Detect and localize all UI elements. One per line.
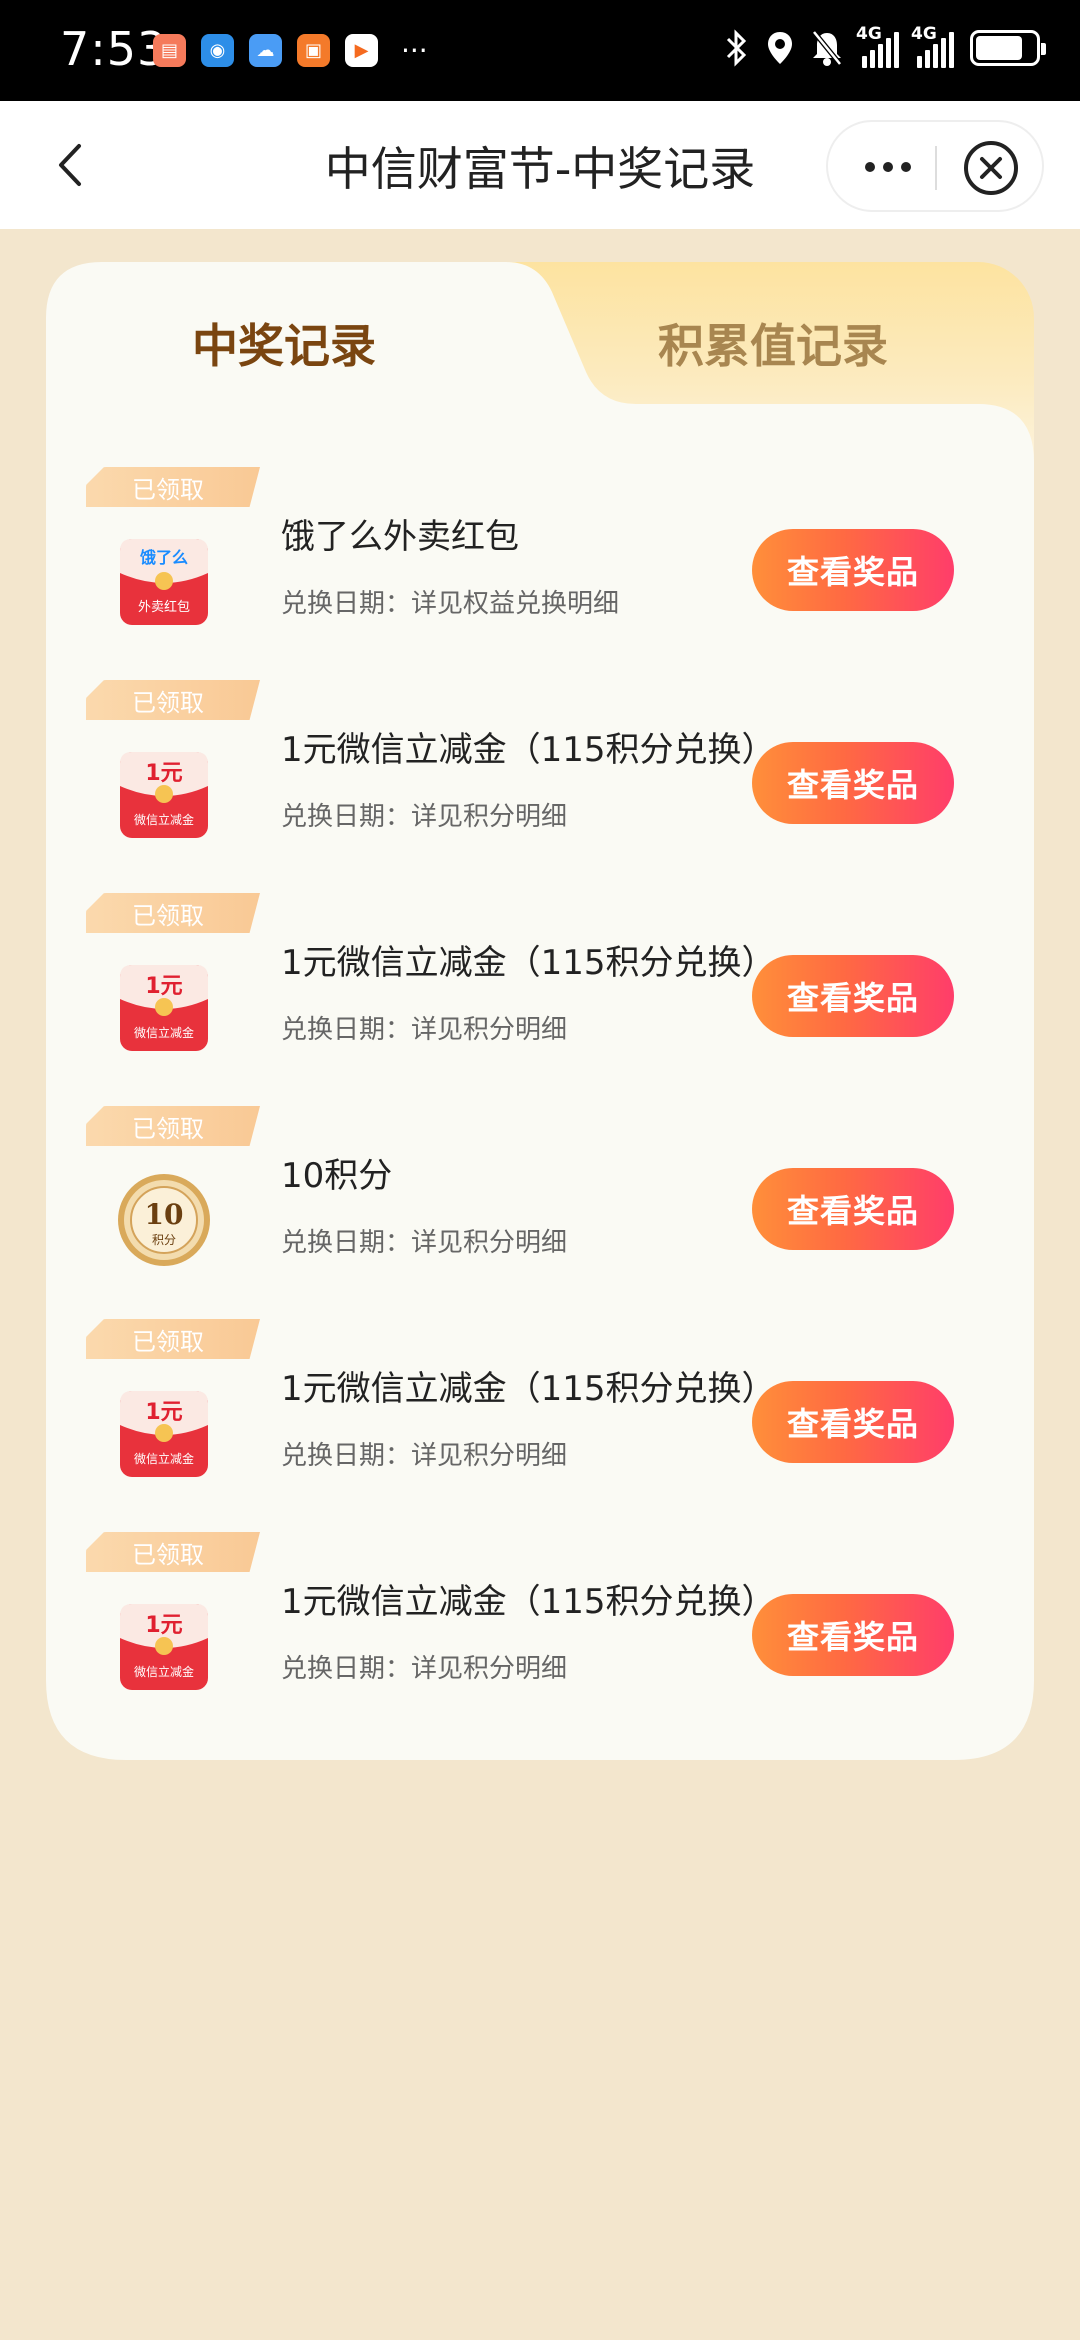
more-dot-icon (883, 162, 893, 172)
wechat-discount-packet-icon: 1元 微信立减金 (120, 752, 208, 838)
more-dot-icon (865, 162, 875, 172)
status-badge: 已领取 (86, 467, 260, 507)
view-prize-button[interactable]: 查看奖品 (752, 1168, 954, 1250)
record-subtitle: 兑换日期：详见积分明细 (281, 1654, 568, 1684)
icon-top-label: 饿了么 (139, 548, 188, 567)
eleme-red-packet-icon: 饿了么 外卖红包 (120, 539, 208, 625)
location-icon (768, 32, 792, 64)
list-item: 已领取 饿了么 外卖红包 饿了么外卖红包 兑换日期：详见权益兑换明细 查看奖品 (46, 467, 1034, 680)
list-item: 已领取 1元 微信立减金 1元微信立减金（115积分兑换） 兑换日期：详见积分明… (46, 680, 1034, 893)
icon-top-label: 1元 (145, 1400, 182, 1425)
icon-top-label: 10 (145, 1198, 184, 1231)
icon-bottom-label: 微信立减金 (134, 1451, 194, 1466)
list-item: 已领取 1元 微信立减金 1元微信立减金（115积分兑换） 兑换日期：详见积分明… (46, 1532, 1034, 1745)
battery-icon (970, 30, 1046, 66)
icon-top-label: 1元 (145, 761, 182, 786)
cloud-app-icon: ☁ (249, 34, 282, 67)
status-badge: 已领取 (86, 1106, 260, 1146)
records-list: 已领取 饿了么 外卖红包 饿了么外卖红包 兑换日期：详见权益兑换明细 查看奖品 … (46, 467, 1034, 1745)
view-prize-button[interactable]: 查看奖品 (752, 955, 954, 1037)
system-icons: 4G 4G (724, 24, 1046, 68)
wechat-discount-packet-icon: 1元 微信立减金 (120, 1391, 208, 1477)
record-title: 饿了么外卖红包 (281, 517, 519, 557)
mute-bell-icon (812, 30, 842, 66)
miniprogram-capsule (826, 120, 1044, 212)
browser-app-icon: ◉ (201, 34, 234, 67)
status-badge: 已领取 (86, 1319, 260, 1359)
record-title: 10积分 (281, 1156, 393, 1196)
status-badge: 已领取 (86, 893, 260, 933)
wechat-discount-packet-icon: 1元 微信立减金 (120, 965, 208, 1051)
icon-bottom-label: 微信立减金 (134, 1664, 194, 1679)
bluetooth-icon (726, 29, 747, 67)
tab-accumulation-records[interactable]: 积累值记录 (658, 310, 888, 376)
list-item: 已领取 1元 微信立减金 1元微信立减金（115积分兑换） 兑换日期：详见积分明… (46, 893, 1034, 1106)
record-subtitle: 兑换日期：详见积分明细 (281, 1015, 568, 1045)
view-prize-button[interactable]: 查看奖品 (752, 1381, 954, 1463)
wechat-discount-packet-icon: 1元 微信立减金 (120, 1604, 208, 1690)
icon-bottom-label: 微信立减金 (134, 1025, 194, 1040)
points-coin-icon: 10 积分 (118, 1174, 210, 1266)
close-button[interactable] (962, 139, 1020, 197)
book-app-icon: ▤ (153, 34, 186, 67)
record-subtitle: 兑换日期：详见积分明细 (281, 1228, 568, 1258)
icon-bottom-label: 外卖红包 (138, 599, 190, 615)
icon-bottom-label: 微信立减金 (134, 812, 194, 827)
icon-bottom-label: 积分 (152, 1233, 176, 1247)
shopping-app-icon: ▣ (297, 34, 330, 67)
more-button[interactable] (848, 144, 928, 190)
notification-icons: ▤ ◉ ☁ ▣ ▶ ··· (153, 34, 428, 67)
more-notifications-icon: ··· (401, 34, 428, 67)
signal-icon: 4G (856, 24, 899, 68)
view-prize-button[interactable]: 查看奖品 (752, 529, 954, 611)
status-time: 7:53 (60, 22, 168, 76)
status-bar: 7:53 ▤ ◉ ☁ ▣ ▶ ··· 4G 4G (0, 0, 1080, 101)
capsule-divider (935, 146, 937, 190)
view-prize-button[interactable]: 查看奖品 (752, 742, 954, 824)
more-dot-icon (901, 162, 911, 172)
record-title: 1元微信立减金（115积分兑换） (281, 730, 776, 770)
status-badge: 已领取 (86, 680, 260, 720)
nav-header: 中信财富节-中奖记录 (0, 101, 1080, 229)
signal-icon-2: 4G (911, 24, 954, 68)
list-item: 已领取 1元 微信立减金 1元微信立减金（115积分兑换） 兑换日期：详见积分明… (46, 1319, 1034, 1532)
icon-top-label: 1元 (145, 974, 182, 999)
record-subtitle: 兑换日期：详见积分明细 (281, 1441, 568, 1471)
list-item: 已领取 10 积分 10积分 兑换日期：详见积分明细 查看奖品 (46, 1106, 1034, 1319)
video-app-icon: ▶ (345, 34, 378, 67)
record-title: 1元微信立减金（115积分兑换） (281, 1582, 776, 1622)
record-title: 1元微信立减金（115积分兑换） (281, 943, 776, 983)
icon-top-label: 1元 (145, 1613, 182, 1638)
record-subtitle: 兑换日期：详见积分明细 (281, 802, 568, 832)
records-card: 中奖记录 积累值记录 已领取 饿了么 外卖红包 饿了么外卖红包 兑换日期：详见权… (46, 262, 1034, 1760)
record-subtitle: 兑换日期：详见权益兑换明细 (281, 589, 620, 619)
status-badge: 已领取 (86, 1532, 260, 1572)
tab-winning-records[interactable]: 中奖记录 (192, 310, 376, 376)
record-title: 1元微信立减金（115积分兑换） (281, 1369, 776, 1409)
view-prize-button[interactable]: 查看奖品 (752, 1594, 954, 1676)
